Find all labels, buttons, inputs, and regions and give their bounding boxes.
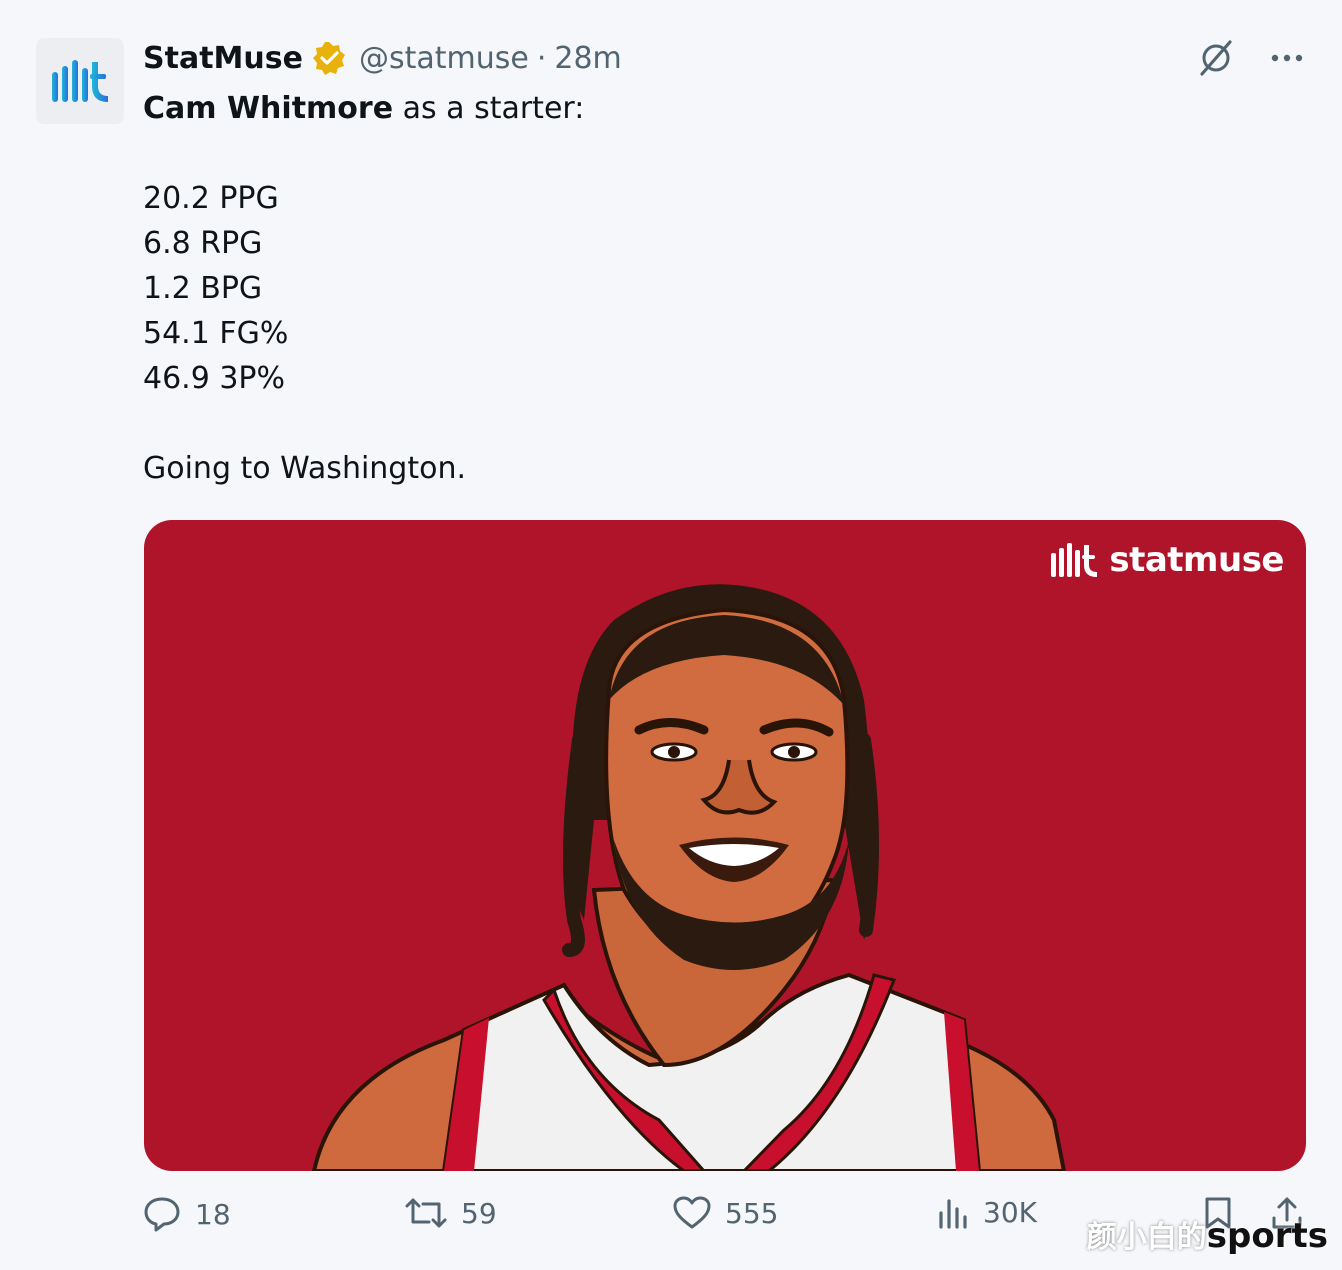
- watermark-cn-text: 颜小白的: [1086, 1220, 1207, 1255]
- author-name[interactable]: StatMuse: [143, 41, 303, 76]
- player-illustration: [311, 584, 1067, 1171]
- verified-badge-icon[interactable]: [311, 40, 347, 76]
- tweet-media[interactable]: statmuse: [144, 520, 1306, 1171]
- header-separator: ·: [536, 40, 547, 76]
- headline: Cam Whitmore as a starter:: [143, 86, 584, 131]
- avatar[interactable]: [36, 38, 124, 124]
- like-icon: [673, 1196, 711, 1229]
- statmuse-logo-icon: [52, 60, 108, 102]
- tweet-card: StatMuse @statmuse · 28m Cam Whitmore as…: [0, 0, 1342, 1270]
- author-handle[interactable]: @statmuse: [359, 41, 529, 76]
- views-count: 30K: [983, 1196, 1037, 1229]
- stat-line: 20.2 PPG: [143, 181, 279, 216]
- header-actions: [1196, 38, 1304, 78]
- stat-line: 6.8 RPG: [143, 226, 263, 261]
- more-icon[interactable]: [1270, 53, 1304, 63]
- stat-line: 1.2 BPG: [143, 271, 263, 306]
- tweet-text: Cam Whitmore as a starter: 20.2 PPG 6.8 …: [143, 86, 584, 491]
- views-button[interactable]: 30K: [937, 1196, 1037, 1229]
- timestamp[interactable]: 28m: [554, 41, 621, 76]
- grok-icon[interactable]: [1196, 38, 1236, 78]
- reply-count: 18: [195, 1197, 231, 1231]
- like-count: 555: [725, 1196, 779, 1230]
- closing-line: Going to Washington.: [143, 451, 467, 486]
- views-icon: [939, 1198, 967, 1229]
- stat-line: 54.1 FG%: [143, 316, 289, 351]
- like-button[interactable]: 555: [673, 1196, 778, 1230]
- repost-icon: [405, 1198, 447, 1228]
- tweet-header: StatMuse @statmuse · 28m: [143, 38, 622, 78]
- headline-rest: as a starter:: [393, 91, 585, 126]
- stat-line: 46.9 3P%: [143, 361, 286, 396]
- source-watermark: 颜小白的sports: [1087, 1212, 1328, 1256]
- player-name: Cam Whitmore: [143, 91, 394, 126]
- repost-button[interactable]: 59: [405, 1196, 497, 1230]
- repost-count: 59: [461, 1196, 497, 1230]
- reply-icon: [144, 1197, 180, 1232]
- reply-button[interactable]: 18: [143, 1196, 231, 1232]
- watermark-en-text: sports: [1206, 1216, 1328, 1256]
